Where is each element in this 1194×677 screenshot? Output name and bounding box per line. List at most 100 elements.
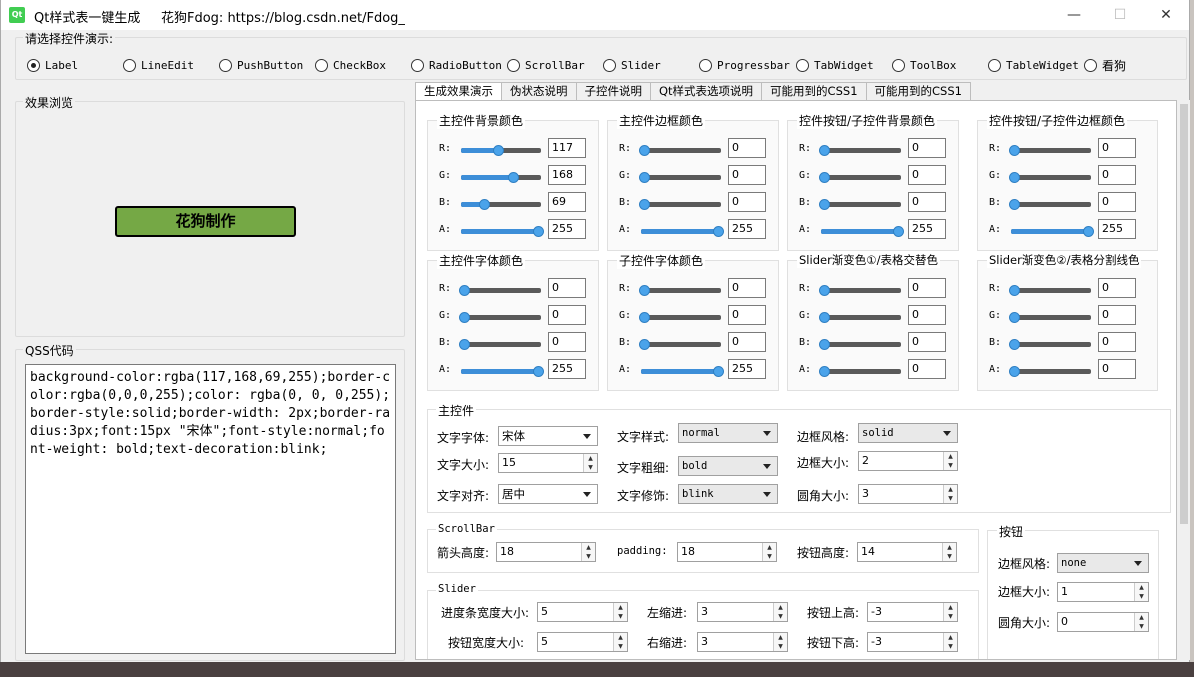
slider-handle[interactable]	[819, 339, 830, 350]
maximize-button[interactable]: ☐	[1097, 0, 1143, 30]
color-value-b[interactable]: 0	[908, 192, 946, 212]
handle-width-spinbox[interactable]: 5 ▲ ▼	[537, 632, 628, 652]
handle-up-spinbox[interactable]: -3 ▲ ▼	[867, 602, 958, 622]
color-slider-g[interactable]	[1009, 172, 1091, 183]
color-slider-g[interactable]	[639, 172, 721, 183]
slider-handle[interactable]	[639, 172, 650, 183]
align-combo[interactable]: 居中	[498, 484, 598, 504]
spin-arrows-icon[interactable]: ▲ ▼	[943, 452, 957, 470]
slider-handle[interactable]	[819, 172, 830, 183]
spin-arrows-icon[interactable]: ▲ ▼	[762, 543, 776, 561]
spin-arrows-icon[interactable]: ▲ ▼	[581, 543, 595, 561]
spin-arrows-icon[interactable]: ▲ ▼	[943, 603, 957, 621]
radio-2[interactable]: PushButton	[219, 57, 303, 73]
color-slider-r[interactable]	[461, 145, 541, 156]
radio-10[interactable]: TableWidget	[988, 57, 1079, 73]
slider-handle[interactable]	[459, 312, 470, 323]
color-slider-g[interactable]	[819, 312, 901, 323]
color-value-b[interactable]: 69	[548, 192, 586, 212]
color-value-a[interactable]: 0	[1098, 359, 1136, 379]
radio-7[interactable]: Progressbar	[699, 57, 790, 73]
slider-handle[interactable]	[533, 366, 544, 377]
color-slider-g[interactable]	[1009, 312, 1091, 323]
spin-arrows-icon[interactable]: ▲ ▼	[613, 633, 627, 651]
spin-arrows-icon[interactable]: ▲ ▼	[773, 633, 787, 651]
color-slider-r[interactable]	[459, 285, 541, 296]
padding-spinbox[interactable]: 18 ▲ ▼	[677, 542, 777, 562]
slider-handle[interactable]	[639, 312, 650, 323]
slider-handle[interactable]	[639, 285, 650, 296]
slider-handle[interactable]	[507, 172, 519, 183]
color-value-b[interactable]: 0	[728, 332, 766, 352]
color-value-a[interactable]: 255	[548, 219, 586, 239]
color-slider-a[interactable]	[821, 226, 904, 237]
spin-arrows-icon[interactable]: ▲ ▼	[942, 543, 956, 561]
tab-4[interactable]: 可能用到的CSS1	[761, 82, 867, 100]
color-slider-b[interactable]	[1009, 339, 1091, 350]
tab-3[interactable]: Qt样式表选项说明	[650, 82, 763, 100]
tab-0[interactable]: 生成效果演示	[415, 82, 502, 101]
handle-down-spinbox[interactable]: -3 ▲ ▼	[867, 632, 958, 652]
color-value-r[interactable]: 0	[548, 278, 586, 298]
slider-handle[interactable]	[492, 145, 504, 156]
color-value-g[interactable]: 0	[728, 305, 766, 325]
color-value-r[interactable]: 0	[728, 278, 766, 298]
slider-handle[interactable]	[1009, 366, 1020, 377]
slider-handle[interactable]	[893, 226, 904, 237]
color-value-r[interactable]: 0	[908, 278, 946, 298]
preview-button[interactable]: 花狗制作	[115, 206, 296, 237]
spin-arrows-icon[interactable]: ▲ ▼	[773, 603, 787, 621]
tab-2[interactable]: 子控件说明	[575, 82, 651, 100]
color-value-g[interactable]: 0	[548, 305, 586, 325]
color-value-a[interactable]: 255	[1098, 219, 1136, 239]
color-value-b[interactable]: 0	[548, 332, 586, 352]
weight-combo[interactable]: bold	[678, 456, 778, 476]
color-slider-r[interactable]	[819, 285, 901, 296]
color-value-b[interactable]: 0	[728, 192, 766, 212]
left-indent-spinbox[interactable]: 3 ▲ ▼	[697, 602, 788, 622]
tab-1[interactable]: 伪状态说明	[501, 82, 577, 100]
btn-border-size-spinbox[interactable]: 1 ▲ ▼	[1057, 582, 1149, 602]
font-combo[interactable]: 宋体	[498, 426, 598, 446]
color-slider-b[interactable]	[1009, 199, 1091, 210]
color-slider-a[interactable]	[1009, 366, 1091, 377]
close-button[interactable]: ✕	[1143, 0, 1189, 30]
style-combo[interactable]: normal	[678, 423, 778, 443]
color-value-g[interactable]: 0	[908, 305, 946, 325]
color-value-a[interactable]: 255	[728, 219, 766, 239]
color-value-g[interactable]: 0	[1098, 165, 1136, 185]
spin-arrows-icon[interactable]: ▲ ▼	[583, 454, 597, 472]
radio-11[interactable]: 看狗	[1084, 57, 1126, 73]
color-slider-a[interactable]	[461, 366, 544, 377]
slider-handle[interactable]	[819, 366, 830, 377]
color-value-r[interactable]: 0	[1098, 138, 1136, 158]
slider-handle[interactable]	[819, 285, 830, 296]
color-slider-a[interactable]	[819, 366, 901, 377]
slider-handle[interactable]	[1009, 199, 1020, 210]
slider-handle[interactable]	[1009, 172, 1020, 183]
color-slider-g[interactable]	[639, 312, 721, 323]
spin-arrows-icon[interactable]: ▲ ▼	[943, 633, 957, 651]
color-value-b[interactable]: 0	[1098, 332, 1136, 352]
radius-spinbox[interactable]: 3 ▲ ▼	[858, 484, 958, 504]
color-slider-g[interactable]	[461, 172, 541, 183]
color-slider-r[interactable]	[639, 285, 721, 296]
radio-9[interactable]: ToolBox	[892, 57, 956, 73]
color-value-g[interactable]: 0	[1098, 305, 1136, 325]
slider-handle[interactable]	[639, 145, 650, 156]
color-value-g[interactable]: 0	[728, 165, 766, 185]
color-slider-r[interactable]	[1009, 145, 1091, 156]
slider-handle[interactable]	[479, 199, 491, 210]
color-value-a[interactable]: 255	[908, 219, 946, 239]
color-value-r[interactable]: 117	[548, 138, 586, 158]
spin-arrows-icon[interactable]: ▲ ▼	[1134, 583, 1148, 601]
slider-handle[interactable]	[1083, 226, 1094, 237]
color-slider-r[interactable]	[639, 145, 721, 156]
arrow-height-spinbox[interactable]: 18 ▲ ▼	[496, 542, 596, 562]
color-slider-a[interactable]	[1011, 226, 1094, 237]
slider-handle[interactable]	[1009, 145, 1020, 156]
color-slider-b[interactable]	[639, 339, 721, 350]
radio-4[interactable]: RadioButton	[411, 57, 502, 73]
color-slider-b[interactable]	[461, 199, 541, 210]
color-slider-g[interactable]	[459, 312, 541, 323]
